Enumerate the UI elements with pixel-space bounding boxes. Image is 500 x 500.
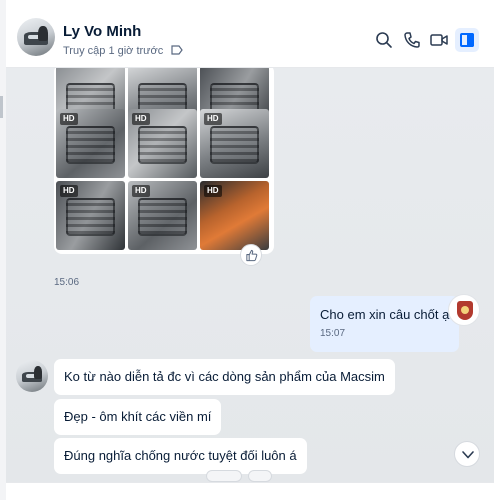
scroll-marker xyxy=(0,96,3,118)
hd-badge: HD xyxy=(60,185,78,197)
hd-badge: HD xyxy=(204,185,222,197)
video-call-icon[interactable] xyxy=(429,30,449,50)
reaction-summary[interactable] xyxy=(206,470,242,482)
message-text: Đẹp - ôm khít các viền mí xyxy=(64,409,212,424)
chat-header: Ly Vo Minh Truy cập 1 giờ trước xyxy=(6,0,494,68)
outgoing-message[interactable]: Cho em xin câu chốt ạ 15:07 xyxy=(310,296,460,352)
photo-grid-message: HD HD HD HD HD HD xyxy=(54,68,274,254)
incoming-message[interactable]: Đẹp - ôm khít các viền mí xyxy=(54,399,222,435)
message-text: Ko từ nào diễn tả đc vì các dòng sản phẩ… xyxy=(64,369,385,384)
message-list[interactable]: HD HD HD HD HD HD 15:06 Cho em xin câu c… xyxy=(6,68,494,482)
incoming-message[interactable]: Ko từ nào diễn tả đc vì các dòng sản phẩ… xyxy=(54,359,395,395)
photo-thumbnail[interactable]: HD xyxy=(56,181,125,250)
photo-thumbnail[interactable]: HD xyxy=(200,181,269,250)
message-timestamp: 15:06 xyxy=(54,277,80,288)
photo-thumbnail[interactable]: HD xyxy=(128,109,197,178)
my-avatar[interactable] xyxy=(448,294,480,326)
contact-avatar[interactable] xyxy=(17,18,55,56)
tag-icon[interactable] xyxy=(171,45,183,55)
hd-badge: HD xyxy=(132,185,150,197)
hd-badge: HD xyxy=(60,113,78,125)
incoming-message[interactable]: Đúng nghĩa chống nước tuyệt đối luôn á xyxy=(54,438,307,474)
composer-edge xyxy=(6,482,494,500)
last-seen-status: Truy cập 1 giờ trước xyxy=(63,45,164,57)
reaction-summary[interactable] xyxy=(248,470,272,482)
message-text: Cho em xin câu chốt ạ xyxy=(320,307,450,322)
contact-name[interactable]: Ly Vo Minh xyxy=(63,23,141,40)
side-panel-icon[interactable] xyxy=(455,28,479,52)
thumbs-up-icon xyxy=(246,249,258,262)
reaction-button[interactable] xyxy=(240,244,262,266)
message-text: Đúng nghĩa chống nước tuyệt đối luôn á xyxy=(64,448,297,463)
search-icon[interactable] xyxy=(374,30,394,50)
phone-icon[interactable] xyxy=(402,30,422,50)
photo-thumbnail[interactable]: HD xyxy=(128,181,197,250)
contact-avatar[interactable] xyxy=(16,360,48,392)
photo-thumbnail[interactable]: HD xyxy=(200,109,269,178)
hd-badge: HD xyxy=(132,113,150,125)
message-timestamp: 15:07 xyxy=(320,328,346,339)
hd-badge: HD xyxy=(204,113,222,125)
chevron-down-icon xyxy=(462,451,474,459)
scroll-to-bottom-button[interactable] xyxy=(454,441,480,467)
photo-thumbnail[interactable]: HD xyxy=(56,109,125,178)
